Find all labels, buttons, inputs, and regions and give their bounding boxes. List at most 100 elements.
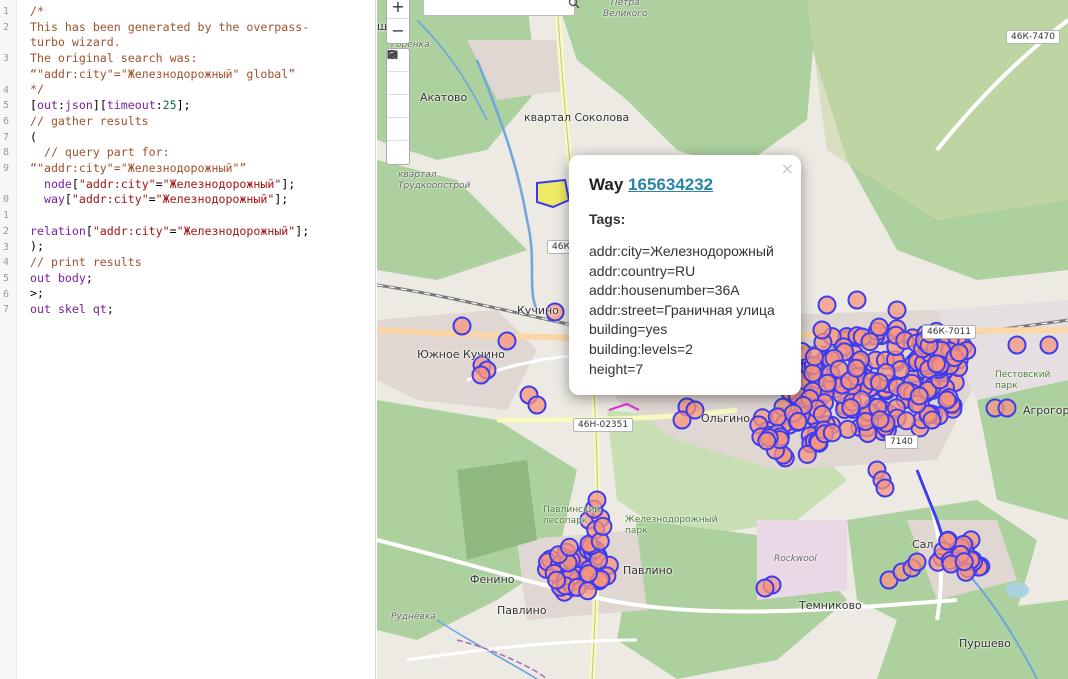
code-token: “"addr:city"="Железнодорожный"” (30, 160, 247, 175)
result-marker[interactable] (578, 581, 598, 601)
code-token: "addr:city" (92, 223, 170, 238)
result-marker[interactable] (896, 411, 916, 431)
code-line[interactable]: node["addr:city"="Железнодорожный"]; (30, 177, 370, 193)
code-line[interactable]: // print results (30, 255, 370, 271)
map-search-input[interactable] (423, 0, 580, 16)
result-marker[interactable] (755, 578, 775, 598)
result-marker[interactable] (1039, 335, 1059, 355)
code-token: way (30, 192, 65, 207)
code-line[interactable]: “"addr:city"="Железнодорожный"” (30, 161, 370, 177)
result-marker[interactable] (907, 552, 927, 572)
result-marker[interactable] (812, 404, 832, 424)
line-number: 2 (2, 21, 9, 33)
result-marker[interactable] (817, 295, 837, 315)
code-line[interactable]: The original search was: (30, 51, 370, 67)
place-label-pavlinskiy-lesopark: Павлинский лесопарк (543, 505, 601, 526)
code-line[interactable]: relation["addr:city"="Железнодорожный"]; (30, 224, 370, 240)
result-marker[interactable] (804, 347, 824, 367)
result-marker[interactable] (887, 300, 907, 320)
result-marker[interactable] (909, 386, 929, 406)
code-line[interactable]: >; (30, 286, 370, 302)
code-token: [ (64, 192, 72, 207)
code-line[interactable]: out body; (30, 271, 370, 287)
code-line[interactable] (30, 208, 370, 224)
result-marker[interactable] (497, 331, 517, 351)
result-marker[interactable] (757, 431, 777, 451)
popup-title-prefix: Way (589, 175, 629, 194)
result-marker[interactable] (937, 390, 957, 410)
code-line[interactable]: “"addr:city"="Железнодорожный" global” (30, 67, 370, 83)
place-label-pavlino-upper: Павлино (623, 564, 673, 577)
result-marker[interactable] (560, 537, 579, 557)
code-token: out (30, 270, 51, 285)
export-image-button[interactable] (387, 50, 409, 118)
way-id-link[interactable]: 165634232 (628, 175, 713, 194)
result-marker[interactable] (527, 395, 547, 415)
query-editor[interactable]: 1 2 3 4 5 6 7 8 9 0 1 2 3 4 5 6 7 /* This has been genera… (0, 0, 376, 679)
result-marker[interactable] (767, 407, 787, 427)
code-token: qt (92, 302, 107, 317)
result-marker[interactable] (869, 373, 889, 393)
result-marker[interactable] (803, 363, 823, 383)
result-marker[interactable] (954, 552, 974, 572)
result-marker[interactable] (1007, 335, 1027, 355)
result-marker[interactable] (547, 570, 567, 590)
popup-tag: height=7 (589, 360, 644, 377)
code-line[interactable]: turbo wizard. (30, 35, 370, 51)
popup-close-button[interactable]: × (781, 159, 794, 178)
fit-to-data-button[interactable] (387, 50, 409, 141)
code-area[interactable]: /* This has been generated by the overpas… (30, 4, 370, 318)
result-marker[interactable] (452, 316, 472, 336)
result-marker[interactable] (927, 354, 946, 374)
result-marker[interactable] (841, 398, 861, 418)
map-view[interactable]: Акатово квартал Соколова квартал Трудкоо… (377, 0, 1068, 679)
toggle-data-button[interactable] (387, 49, 409, 164)
code-token: The original search was: (30, 51, 198, 66)
code-line[interactable]: [out:json][timeout:25]; (30, 98, 370, 114)
result-marker[interactable] (938, 531, 958, 551)
result-marker[interactable] (838, 419, 858, 439)
code-line[interactable]: // query part for: (30, 145, 370, 161)
line-number: 7 (2, 131, 9, 143)
line-number: 3 (2, 53, 9, 65)
popup-tag-list: addr:city=Железнодорожный addr:country=RU… (589, 242, 781, 379)
result-marker[interactable] (949, 343, 969, 363)
result-marker[interactable] (875, 478, 895, 498)
place-label-akatovo: Акатово (420, 91, 468, 104)
result-marker[interactable] (578, 564, 598, 584)
code-token: /* (30, 4, 44, 18)
result-marker[interactable] (788, 411, 808, 431)
code-token: [ (71, 176, 79, 191)
code-token: ]; (281, 176, 296, 191)
code-line[interactable]: ); (30, 239, 370, 255)
code-line[interactable]: out skel qt; (30, 302, 370, 318)
place-label-pavlino-lower: Павлино (497, 604, 547, 617)
zoom-to-data-button[interactable] (387, 50, 409, 95)
zoom-in-button[interactable]: + (387, 0, 409, 19)
result-marker[interactable] (822, 423, 842, 443)
result-marker[interactable] (847, 290, 867, 310)
line-number: 8 (2, 147, 9, 159)
code-line[interactable]: // gather results (30, 114, 370, 130)
result-marker[interactable] (812, 320, 832, 340)
result-marker[interactable] (869, 317, 889, 337)
line-number: 4 (2, 84, 9, 96)
code-token: = (169, 223, 177, 238)
result-marker[interactable] (870, 410, 890, 430)
popup-tag: building:levels=2 (589, 340, 693, 357)
code-line[interactable]: This has been generated by the overpass- (30, 20, 370, 36)
code-line[interactable]: ( (30, 130, 370, 146)
result-marker[interactable] (997, 398, 1017, 418)
code-token: "addr:city" (71, 192, 149, 207)
result-marker[interactable] (817, 373, 837, 393)
zoom-out-button[interactable]: − (387, 19, 409, 43)
feature-popup: × Way 165634232 Tags: addr:city=Железнод… (569, 155, 801, 395)
result-marker[interactable] (471, 365, 491, 385)
code-line[interactable]: way["addr:city"="Железнодорожный"]; (30, 192, 370, 208)
result-marker[interactable] (846, 358, 866, 378)
code-line[interactable]: */ (30, 82, 370, 98)
code-line[interactable]: /* (30, 4, 370, 20)
result-marker[interactable] (922, 410, 942, 430)
code-token: ; (106, 302, 114, 317)
water-label-rudnevka: Руднёвка (391, 612, 436, 622)
